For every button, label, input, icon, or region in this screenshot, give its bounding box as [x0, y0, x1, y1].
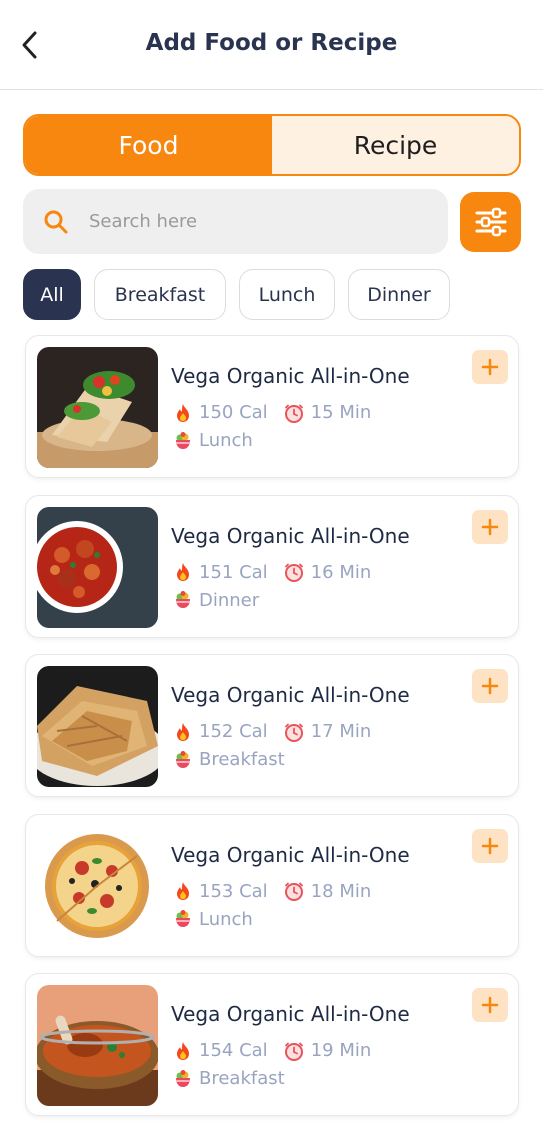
bowl-icon — [174, 750, 192, 770]
add-button[interactable] — [472, 509, 508, 544]
tab-recipe[interactable]: Recipe — [272, 116, 519, 174]
tab-food[interactable]: Food — [25, 116, 272, 174]
food-image — [37, 347, 158, 468]
clock-icon — [284, 403, 304, 423]
plus-icon — [480, 836, 500, 856]
calories: 153 Cal — [199, 880, 268, 902]
add-button[interactable] — [472, 828, 508, 863]
food-image — [37, 506, 158, 628]
food-title: Vega Organic All-in-One — [171, 1002, 410, 1026]
flame-icon — [174, 1041, 192, 1061]
add-button[interactable] — [472, 988, 508, 1022]
calories: 151 Cal — [199, 561, 268, 583]
calories: 150 Cal — [199, 402, 268, 423]
chicken-curry-photo — [37, 985, 158, 1106]
chip-dinner[interactable]: Dinner — [348, 269, 450, 320]
search-input[interactable] — [89, 211, 409, 232]
meal-type: Lunch — [199, 430, 253, 451]
add-button[interactable] — [472, 350, 508, 384]
clock-icon — [284, 881, 304, 901]
bowl-icon — [174, 590, 192, 610]
calories: 152 Cal — [199, 721, 268, 742]
crepes-photo — [37, 666, 158, 787]
prep-time: 19 Min — [310, 1040, 372, 1061]
chip-all[interactable]: All — [23, 269, 81, 320]
food-card[interactable]: Vega Organic All-in-One 154 Cal 19 Min B… — [25, 973, 519, 1116]
flame-icon — [174, 403, 192, 423]
meal-filter-chips: All Breakfast Lunch Dinner — [23, 269, 450, 320]
sliders-icon — [475, 207, 506, 237]
clock-icon — [284, 722, 304, 742]
flame-icon — [174, 562, 192, 582]
curry-bowl-photo — [37, 506, 158, 628]
food-card[interactable]: Vega Organic All-in-One 153 Cal 18 Min L… — [25, 813, 519, 957]
search-bar — [23, 189, 448, 254]
food-stats: 153 Cal 18 Min — [174, 881, 371, 902]
food-image — [37, 666, 158, 787]
food-title: Vega Organic All-in-One — [171, 364, 410, 388]
wrap-photo — [37, 347, 158, 468]
food-meal: Breakfast — [174, 749, 285, 770]
clock-icon — [284, 562, 304, 582]
chip-lunch[interactable]: Lunch — [239, 269, 335, 320]
food-title: Vega Organic All-in-One — [171, 683, 410, 707]
food-stats: 152 Cal 17 Min — [174, 721, 371, 742]
plus-icon — [480, 995, 500, 1015]
food-recipe-toggle: Food Recipe — [23, 114, 521, 176]
plus-icon — [480, 676, 500, 696]
food-meal: Dinner — [174, 590, 259, 611]
food-card[interactable]: Vega Organic All-in-One 151 Cal 16 Min D… — [25, 494, 519, 638]
food-title: Vega Organic All-in-One — [171, 842, 410, 867]
prep-time: 18 Min — [310, 880, 372, 902]
meal-type: Breakfast — [199, 1068, 285, 1089]
page-title: Add Food or Recipe — [145, 30, 398, 56]
plus-icon — [480, 517, 500, 537]
meal-type: Dinner — [199, 589, 260, 611]
app-header: Add Food or Recipe — [0, 0, 543, 90]
meal-type: Lunch — [199, 908, 253, 930]
food-meal: Breakfast — [174, 1068, 285, 1089]
food-stats: 151 Cal 16 Min — [174, 562, 371, 583]
flame-icon — [174, 881, 192, 901]
bowl-icon — [174, 431, 192, 451]
meal-type: Breakfast — [199, 749, 285, 770]
clock-icon — [284, 1041, 304, 1061]
prep-time: 16 Min — [310, 561, 372, 583]
chip-breakfast[interactable]: Breakfast — [94, 269, 226, 320]
food-meal: Lunch — [174, 909, 253, 930]
filter-button[interactable] — [460, 192, 521, 252]
food-card[interactable]: Vega Organic All-in-One 150 Cal 15 Min L… — [25, 335, 519, 478]
food-stats: 150 Cal 15 Min — [174, 402, 371, 423]
food-meal: Lunch — [174, 430, 253, 451]
prep-time: 17 Min — [310, 721, 372, 742]
bowl-icon — [174, 909, 192, 929]
food-card[interactable]: Vega Organic All-in-One 152 Cal 17 Min B… — [25, 654, 519, 797]
calories: 154 Cal — [199, 1040, 268, 1061]
prep-time: 15 Min — [310, 402, 372, 423]
add-button[interactable] — [472, 669, 508, 703]
food-list: Vega Organic All-in-One 150 Cal 15 Min L… — [25, 335, 519, 1125]
bowl-icon — [174, 1069, 192, 1089]
food-image — [37, 985, 158, 1106]
food-title: Vega Organic All-in-One — [171, 523, 410, 548]
search-icon — [41, 207, 71, 237]
plus-icon — [480, 357, 500, 377]
pizza-photo — [37, 825, 158, 947]
food-stats: 154 Cal 19 Min — [174, 1040, 371, 1061]
flame-icon — [174, 722, 192, 742]
food-image — [37, 825, 158, 947]
